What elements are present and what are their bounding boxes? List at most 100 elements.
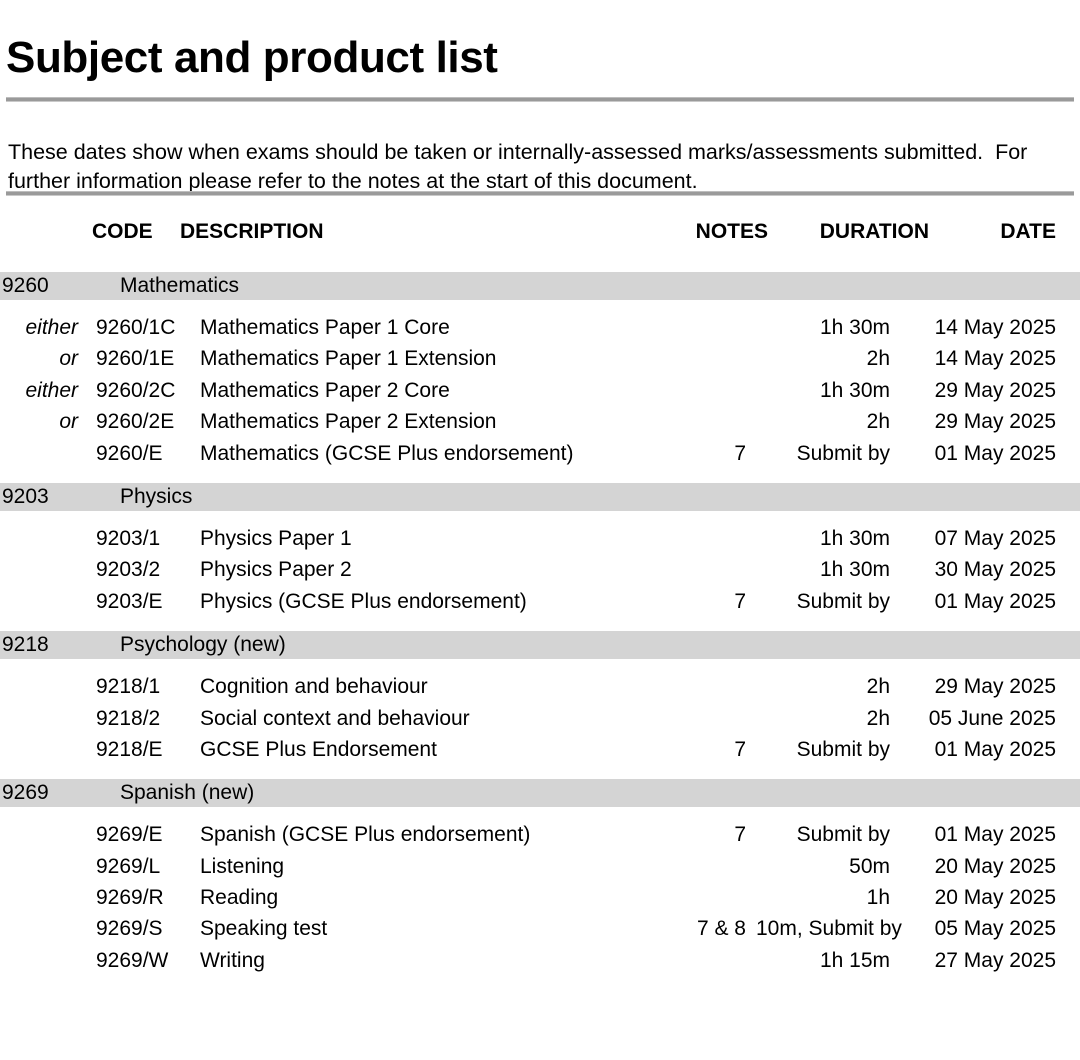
cell-duration: 1h 30m bbox=[819, 316, 890, 339]
cell-description: Physics (GCSE Plus endorsement) bbox=[200, 589, 527, 613]
cell-date: 01 May 2025 bbox=[934, 737, 1056, 761]
cell-date: 07 May 2025 bbox=[934, 526, 1056, 550]
section-code: 9218 bbox=[2, 633, 49, 657]
section-name: Mathematics bbox=[120, 274, 240, 297]
cell-description: Spanish (GCSE Plus endorsement) bbox=[200, 823, 531, 847]
divider-rule-top bbox=[6, 97, 1074, 102]
cell-date: 27 May 2025 bbox=[934, 948, 1056, 972]
cell-description: Physics Paper 1 bbox=[200, 526, 352, 550]
cell-duration: Submit by bbox=[796, 823, 890, 847]
cell-duration: 50m bbox=[849, 854, 890, 878]
cell-either-or: or bbox=[59, 410, 78, 434]
subject-product-table: CODE DESCRIPTION NOTES DURATION DATE 926… bbox=[0, 212, 1080, 976]
cell-code: 9260/1E bbox=[96, 347, 175, 371]
cell-code: 9218/1 bbox=[96, 675, 161, 699]
intro-paragraph: These dates show when exams should be ta… bbox=[8, 139, 1034, 193]
cell-code: 9269/W bbox=[96, 948, 169, 972]
row-spacer bbox=[0, 659, 1080, 671]
cell-date: 20 May 2025 bbox=[934, 854, 1056, 878]
cell-description: Mathematics Paper 2 Core bbox=[200, 378, 450, 402]
table-row: 9203/2 Physics Paper 2 1h 30m 30 May 2025 bbox=[0, 554, 1080, 585]
section-name: Spanish (new) bbox=[120, 781, 255, 805]
cell-description: Physics Paper 2 bbox=[200, 558, 352, 582]
cell-description: Mathematics Paper 1 Core bbox=[200, 316, 450, 339]
cell-date: 29 May 2025 bbox=[934, 410, 1056, 434]
cell-date: 05 May 2025 bbox=[934, 917, 1056, 941]
section-code: 9203 bbox=[2, 484, 49, 508]
cell-code: 9269/L bbox=[96, 854, 161, 878]
cell-date: 29 May 2025 bbox=[934, 675, 1056, 699]
cell-duration: 2h bbox=[866, 675, 890, 699]
cell-description: Mathematics Paper 1 Extension bbox=[200, 347, 497, 371]
column-header-notes: NOTES bbox=[695, 220, 768, 243]
cell-description: Reading bbox=[200, 886, 279, 910]
cell-description: Writing bbox=[200, 948, 265, 972]
cell-notes: 7 bbox=[734, 441, 746, 465]
cell-notes: 7 bbox=[734, 737, 746, 761]
cell-duration: 2h bbox=[866, 347, 890, 371]
cell-duration: Submit by bbox=[796, 737, 890, 761]
cell-description: GCSE Plus Endorsement bbox=[200, 737, 437, 761]
table-row: 9269/R Reading 1h 20 May 2025 bbox=[0, 882, 1080, 913]
table-row: 9203/E Physics (GCSE Plus endorsement) 7 Su… bbox=[0, 586, 1080, 617]
table-row: 9269/W Writing 1h 15m 27 May 2025 bbox=[0, 945, 1080, 976]
cell-code: 9218/E bbox=[96, 737, 163, 761]
cell-code: 9260/1C bbox=[96, 316, 176, 339]
table-body: 9260 Mathematics either 9260/1C Mathematics … bbox=[0, 252, 1080, 976]
cell-date: 05 June 2025 bbox=[928, 706, 1056, 730]
row-spacer bbox=[0, 252, 1080, 272]
cell-code: 9218/2 bbox=[96, 706, 161, 730]
section-code: 9260 bbox=[2, 274, 49, 297]
row-spacer bbox=[0, 765, 1080, 779]
cell-code: 9260/2E bbox=[96, 410, 175, 434]
divider-rule-bottom bbox=[6, 191, 1074, 196]
row-spacer bbox=[0, 617, 1080, 631]
cell-date: 30 May 2025 bbox=[934, 558, 1056, 582]
row-spacer bbox=[0, 511, 1080, 523]
cell-code: 9269/R bbox=[96, 886, 164, 910]
cell-notes: 7 bbox=[734, 823, 746, 847]
section-name: Physics bbox=[120, 484, 193, 508]
cell-duration: Submit by bbox=[796, 589, 890, 613]
cell-description: Mathematics (GCSE Plus endorsement) bbox=[200, 441, 574, 465]
cell-date: 01 May 2025 bbox=[934, 441, 1056, 465]
cell-duration: 1h bbox=[866, 886, 890, 910]
cell-duration: Submit by bbox=[796, 441, 890, 465]
cell-duration: 10m, Submit by bbox=[756, 917, 902, 941]
table-row: 9218/2 Social context and behaviour 2h 05 J… bbox=[0, 703, 1080, 734]
table-row: 9269/L Listening 50m 20 May 2025 bbox=[0, 851, 1080, 882]
cell-description: Speaking test bbox=[200, 917, 328, 941]
table-row: 9269/E Spanish (GCSE Plus endorsement) 7 Su… bbox=[0, 819, 1080, 850]
cell-notes: 7 bbox=[734, 589, 746, 613]
cell-duration: 2h bbox=[866, 706, 890, 730]
cell-date: 20 May 2025 bbox=[934, 886, 1056, 910]
cell-notes: 7 & 8 bbox=[696, 917, 746, 941]
cell-date: 01 May 2025 bbox=[934, 589, 1056, 613]
section-header-row: 9218 Psychology (new) bbox=[0, 631, 1080, 660]
cell-date: 14 May 2025 bbox=[934, 316, 1056, 339]
cell-code: 9269/S bbox=[96, 917, 163, 941]
cell-description: Mathematics Paper 2 Extension bbox=[200, 410, 497, 434]
section-name: Psychology (new) bbox=[120, 633, 286, 657]
page-title: Subject and product list bbox=[6, 33, 498, 83]
table-row: 9269/S Speaking test 7 & 8 10m, Submit by 05… bbox=[0, 913, 1080, 944]
cell-either-or: either bbox=[25, 316, 78, 339]
cell-code: 9260/2C bbox=[96, 378, 176, 402]
row-spacer bbox=[0, 469, 1080, 483]
cell-duration: 2h bbox=[866, 410, 890, 434]
cell-duration: 1h 30m bbox=[819, 378, 890, 402]
cell-date: 14 May 2025 bbox=[934, 347, 1056, 371]
cell-date: 29 May 2025 bbox=[934, 378, 1056, 402]
cell-duration: 1h 15m bbox=[819, 948, 890, 972]
table-row: or 9260/1E Mathematics Paper 1 Extension 2h… bbox=[0, 343, 1080, 374]
cell-description: Social context and behaviour bbox=[200, 706, 470, 730]
column-header-code: CODE bbox=[92, 220, 153, 243]
section-header-row: 9203 Physics bbox=[0, 482, 1080, 511]
table-row: 9203/1 Physics Paper 1 1h 30m 07 May 2025 bbox=[0, 523, 1080, 554]
cell-either-or: or bbox=[59, 347, 78, 371]
table-row: either 9260/1C Mathematics Paper 1 Core 1h … bbox=[0, 312, 1080, 343]
document-page: Subject and product list These dates sho… bbox=[0, 0, 1080, 1060]
section-header-row: 9260 Mathematics bbox=[0, 272, 1080, 300]
table-row: either 9260/2C Mathematics Paper 2 Core 1h … bbox=[0, 375, 1080, 406]
cell-code: 9203/E bbox=[96, 589, 163, 613]
